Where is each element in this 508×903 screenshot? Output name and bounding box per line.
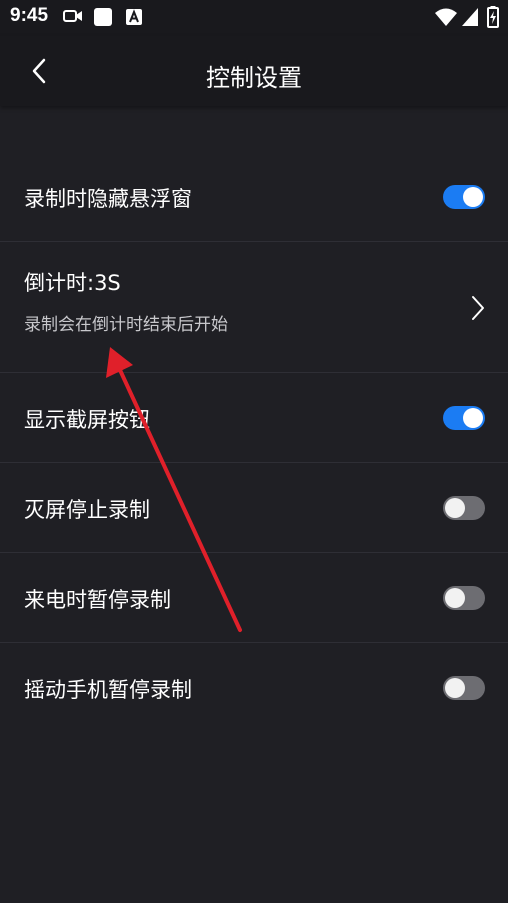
screen-off-stop-toggle[interactable] [443,496,485,520]
settings-list: 录制时隐藏悬浮窗 倒计时:3S 录制会在倒计时结束后开始 显示截屏按钮 灭屏停止… [0,152,508,733]
setting-label: 来电时暂停录制 [24,588,171,612]
setting-label: 灭屏停止录制 [24,498,150,522]
setting-row-screen-off-stop[interactable]: 灭屏停止录制 [0,463,508,553]
incoming-call-pause-toggle[interactable] [443,586,485,610]
setting-label: 显示截屏按钮 [24,408,150,432]
setting-row-countdown[interactable]: 倒计时:3S 录制会在倒计时结束后开始 [0,242,508,373]
status-time: 9:45 [10,5,49,26]
hide-floating-window-toggle[interactable] [443,185,485,209]
square-notification-icon [94,8,112,26]
battery-charging-icon [487,6,499,28]
page-title: 控制设置 [206,64,302,92]
font-a-icon [126,9,142,25]
top-app-bar: 控制设置 [0,36,508,106]
setting-row-show-screenshot-button[interactable]: 显示截屏按钮 [0,373,508,463]
setting-row-incoming-call-pause[interactable]: 来电时暂停录制 [0,553,508,643]
setting-row-hide-floating-window[interactable]: 录制时隐藏悬浮窗 [0,152,508,242]
shake-pause-toggle[interactable] [443,676,485,700]
setting-label: 摇动手机暂停录制 [24,678,192,702]
setting-label: 倒计时:3S [24,271,121,295]
chevron-right-icon [472,296,484,320]
setting-label: 录制时隐藏悬浮窗 [24,187,192,211]
setting-row-shake-pause[interactable]: 摇动手机暂停录制 [0,643,508,733]
video-camera-icon [63,10,82,22]
show-screenshot-button-toggle[interactable] [443,406,485,430]
status-bar: 9:45 [0,0,508,36]
setting-sublabel: 录制会在倒计时结束后开始 [24,315,228,335]
wifi-icon [435,8,457,26]
cellular-signal-icon [462,8,478,26]
